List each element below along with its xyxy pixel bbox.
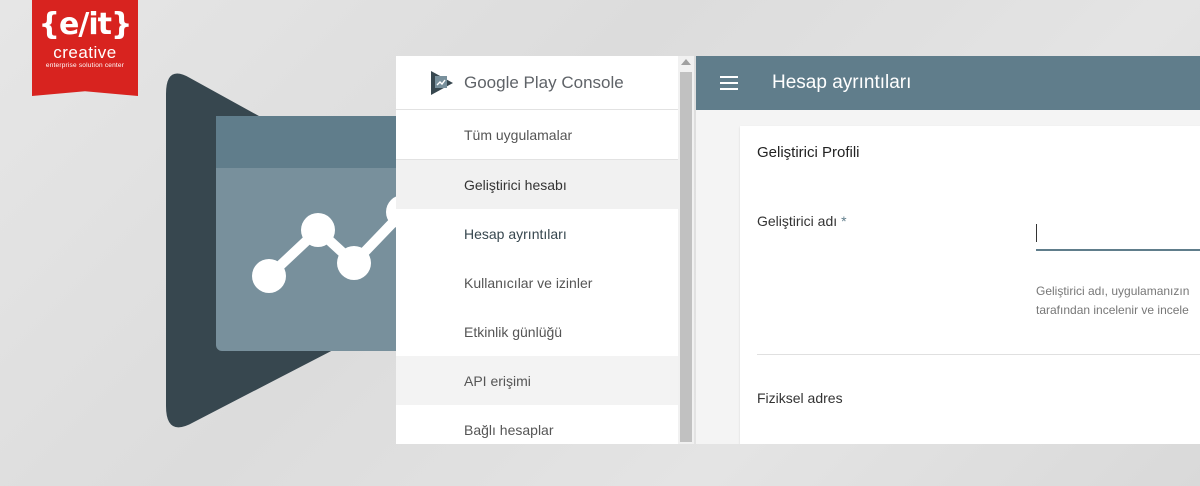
sidebar-item-developer-account[interactable]: Geliştirici hesabı	[396, 160, 694, 209]
elit-creative-logo: {e/it} creative enterprise solution cent…	[32, 0, 138, 96]
sidebar-item-activity-log[interactable]: Etkinlik günlüğü	[396, 307, 694, 356]
hint-line: tarafından incelenir ve incele	[1036, 303, 1189, 317]
section-title: Geliştirici Profili	[757, 144, 860, 161]
developer-profile-card: Geliştirici Profili Geliştirici adı * Gel…	[740, 126, 1200, 444]
sidebar-item-label: Geliştirici hesabı	[464, 176, 567, 193]
logo-name: creative	[53, 43, 117, 62]
sidebar-item-label: Hesap ayrıntıları	[464, 225, 567, 242]
top-app-bar: Hesap ayrıntıları	[696, 56, 1200, 110]
main-content: Hesap ayrıntıları Geliştirici Profili Ge…	[696, 56, 1200, 444]
sidebar-item-account-details[interactable]: Hesap ayrıntıları	[396, 209, 694, 258]
required-marker: *	[841, 213, 847, 229]
page-title: Hesap ayrıntıları	[772, 72, 912, 93]
menu-icon[interactable]	[720, 76, 738, 90]
google-play-console-logo-icon	[431, 70, 453, 95]
brand-title-prefix: Google Play	[464, 72, 557, 92]
sidebar-header: Google Play Console	[396, 56, 694, 110]
sidebar-item-users-permissions[interactable]: Kullanıcılar ve izinler	[396, 258, 694, 307]
developer-name-label-text: Geliştirici adı	[757, 213, 838, 229]
scroll-up-arrow-icon[interactable]	[681, 59, 691, 65]
sidebar-scrollbar[interactable]	[678, 56, 694, 444]
card-divider	[757, 354, 1200, 355]
logo-mark: {e/it}	[38, 7, 133, 42]
scroll-thumb[interactable]	[680, 72, 692, 442]
sidebar-item-label: Bağlı hesaplar	[464, 421, 554, 438]
sidebar-item-linked-accounts[interactable]: Bağlı hesaplar	[396, 405, 694, 444]
sidebar-item-api-access[interactable]: API erişimi	[396, 356, 694, 405]
developer-name-input[interactable]	[1036, 221, 1200, 251]
developer-name-hint: Geliştirici adı, uygulamanızın tarafında…	[1036, 282, 1200, 320]
brand-title[interactable]: Google Play Console	[464, 73, 624, 93]
logo-tagline: enterprise solution center	[45, 62, 125, 69]
physical-address-label: Fiziksel adres	[757, 390, 843, 406]
text-caret	[1036, 224, 1037, 242]
sidebar-item-label: Kullanıcılar ve izinler	[464, 274, 593, 291]
sidebar-item-label: API erişimi	[464, 372, 531, 389]
brand-title-suffix: Console	[556, 72, 624, 92]
sidebar-item-all-apps[interactable]: Tüm uygulamalar	[396, 110, 694, 159]
sidebar: Google Play Console Tüm uygulamalar Geli…	[396, 56, 694, 444]
sidebar-item-label: Etkinlik günlüğü	[464, 323, 563, 340]
sidebar-item-label: Tüm uygulamalar	[464, 126, 573, 143]
hint-line: Geliştirici adı, uygulamanızın	[1036, 284, 1190, 298]
developer-name-label: Geliştirici adı *	[757, 213, 847, 229]
